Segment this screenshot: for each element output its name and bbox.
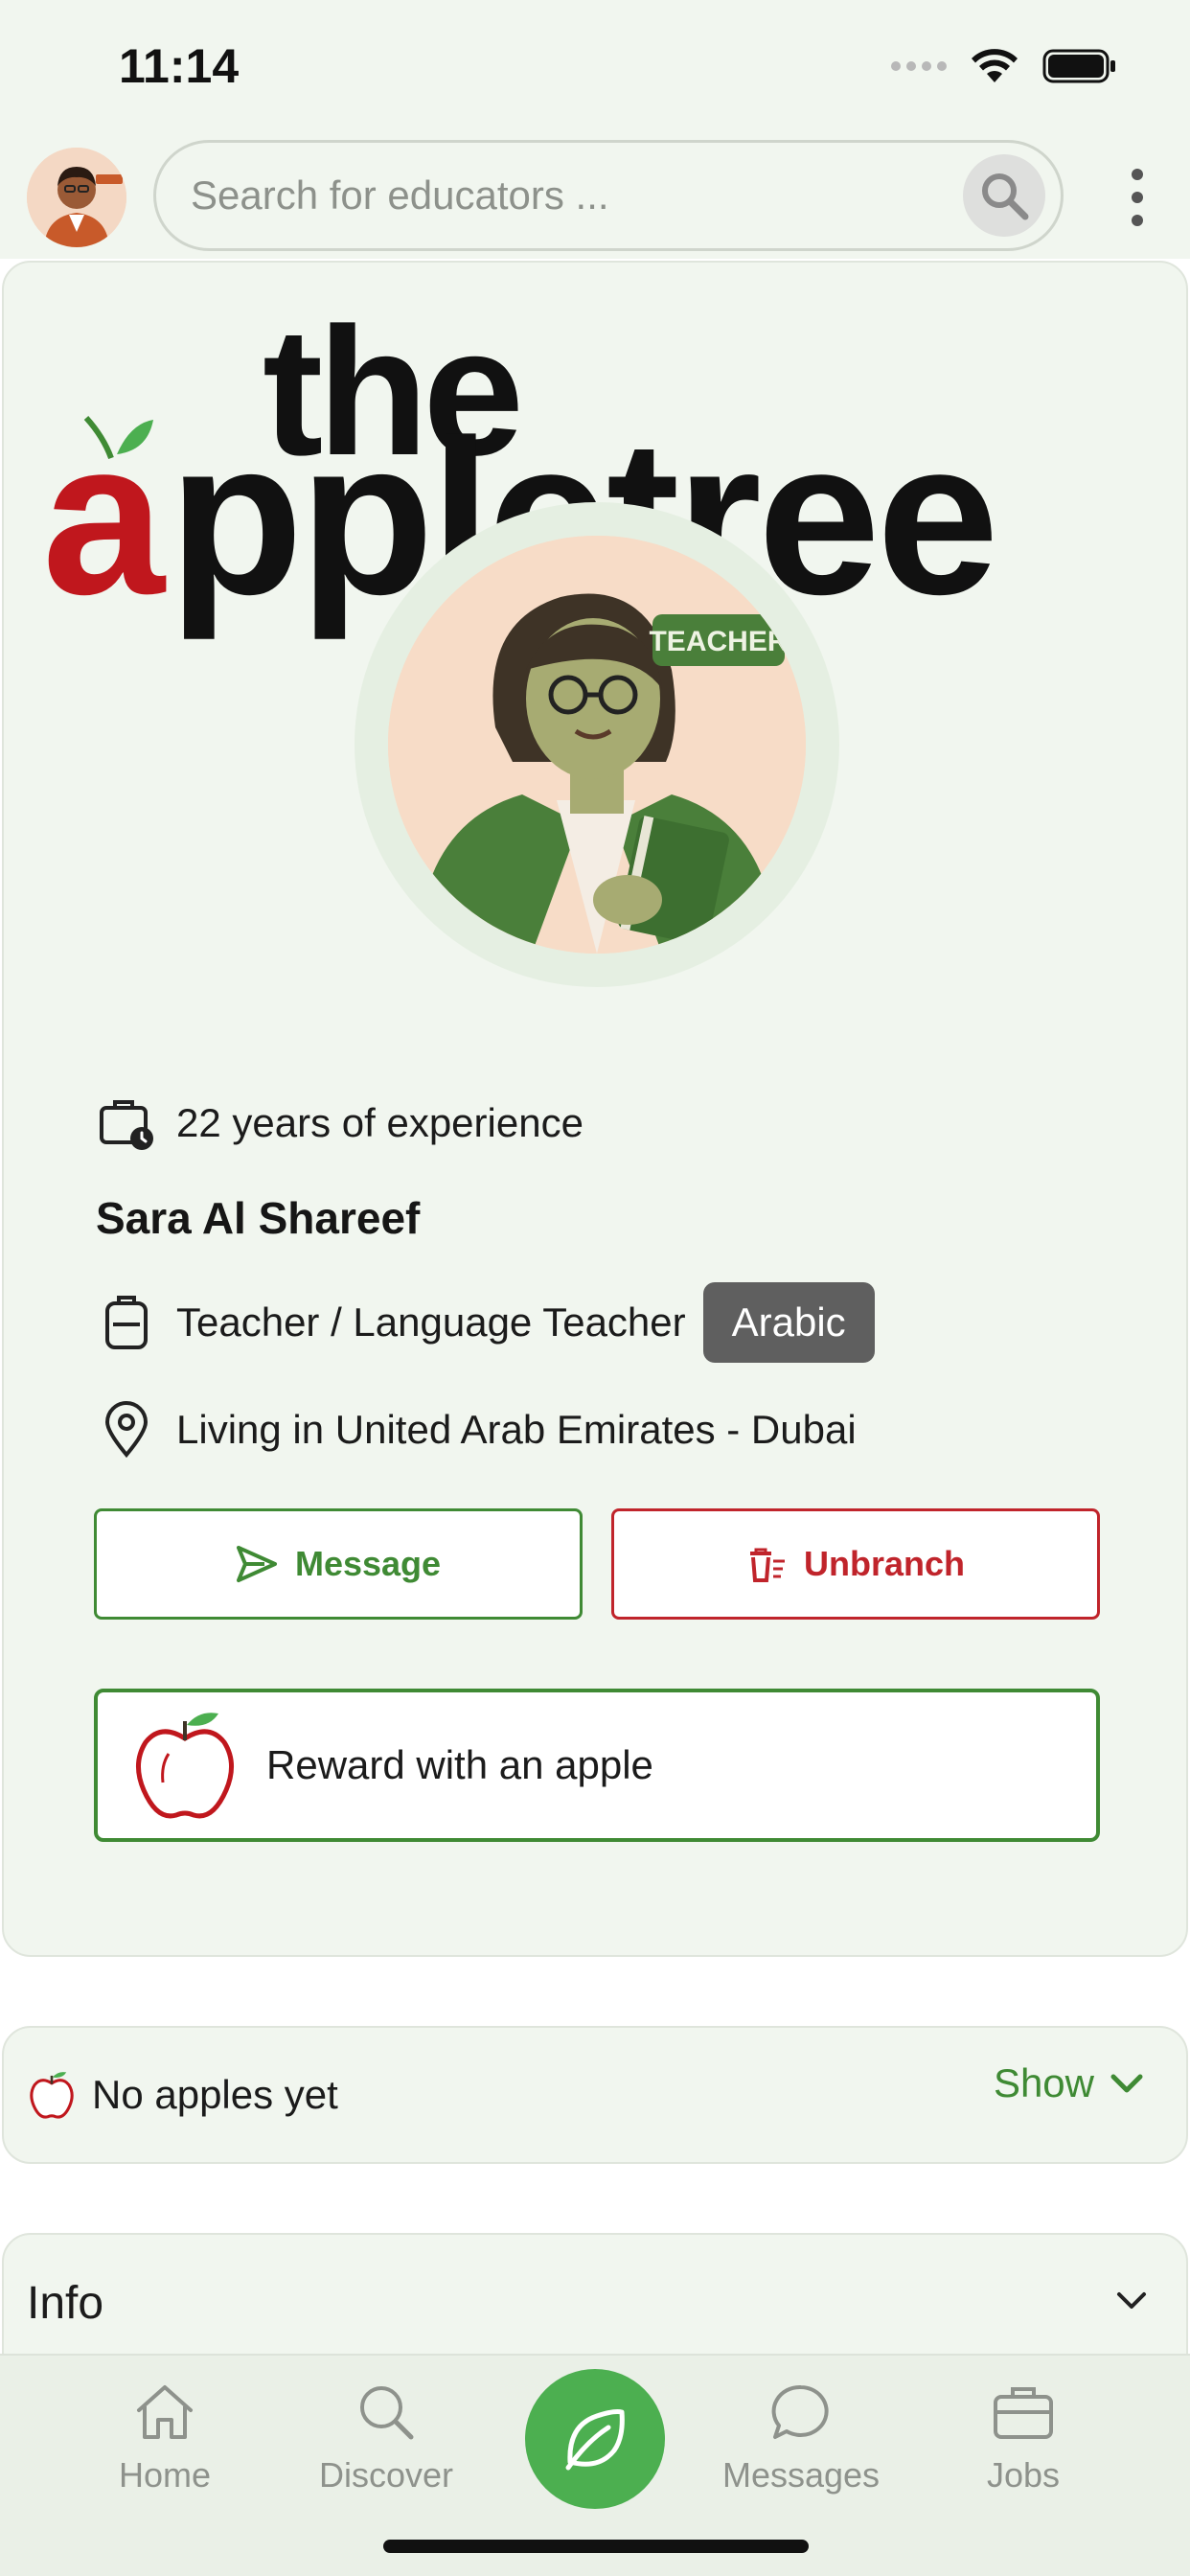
unbranch-label: Unbranch xyxy=(803,1544,965,1583)
show-apples-button[interactable]: Show xyxy=(994,2060,1144,2106)
location-row: Living in United Arab Emirates - Dubai xyxy=(96,1399,857,1460)
map-pin-icon xyxy=(96,1399,157,1460)
educator-name: Sara Al Shareef xyxy=(96,1193,421,1243)
experience-text: 22 years of experience xyxy=(176,1100,584,1145)
briefcase-icon xyxy=(994,2387,1053,2439)
teacher-badge-text: TEACHER xyxy=(649,626,788,657)
backpack-icon xyxy=(96,1292,157,1353)
profile-photo-ring: TEACHER xyxy=(355,502,839,987)
search-icon xyxy=(360,2386,414,2440)
location-text: Living in United Arab Emirates - Dubai xyxy=(176,1407,857,1452)
chat-bubble-icon xyxy=(771,2384,829,2439)
top-bar xyxy=(0,134,1190,259)
chevron-down-icon xyxy=(1110,2074,1143,2093)
status-icons xyxy=(891,48,1117,84)
profile-card: the a ppletree xyxy=(2,261,1188,1957)
profile-photo: TEACHER xyxy=(388,536,806,954)
role-row: Teacher / Language Teacher Arabic xyxy=(96,1282,875,1363)
info-title: Info xyxy=(27,2278,104,2329)
kebab-menu-icon[interactable] xyxy=(1123,169,1152,226)
wifi-icon xyxy=(972,49,1018,82)
nav-home[interactable]: Home xyxy=(69,2379,261,2496)
message-button[interactable]: Message xyxy=(94,1508,583,1620)
cellular-signal-icon xyxy=(891,61,947,71)
status-time: 11:14 xyxy=(119,39,240,93)
leaf-icon xyxy=(565,2409,625,2471)
reward-with-apple-button[interactable]: Reward with an apple xyxy=(94,1689,1100,1842)
search-input[interactable] xyxy=(191,143,957,248)
battery-icon xyxy=(1042,49,1115,83)
user-avatar[interactable] xyxy=(27,148,126,247)
reward-label: Reward with an apple xyxy=(266,1742,653,1787)
show-label: Show xyxy=(993,2060,1094,2105)
home-icon xyxy=(137,2385,193,2439)
search-icon xyxy=(982,173,1029,220)
nav-messages-label: Messages xyxy=(721,2455,881,2495)
nav-messages[interactable]: Messages xyxy=(705,2379,897,2496)
nav-discover-label: Discover xyxy=(318,2455,454,2495)
message-label: Message xyxy=(294,1544,442,1583)
chevron-down-icon[interactable] xyxy=(1115,2288,1148,2312)
briefcase-clock-icon xyxy=(96,1092,157,1154)
experience-row: 22 years of experience xyxy=(96,1092,584,1154)
status-bar: 11:14 xyxy=(0,0,1190,134)
home-indicator xyxy=(383,2540,809,2553)
trash-icon xyxy=(749,1548,785,1582)
apple-icon xyxy=(136,1713,234,1819)
subject-tag: Arabic xyxy=(702,1282,875,1363)
search-bar xyxy=(153,140,1064,251)
apples-count-text: No apples yet xyxy=(92,2072,338,2117)
search-button[interactable] xyxy=(963,154,1045,237)
send-icon xyxy=(236,1546,277,1582)
nav-jobs[interactable]: Jobs xyxy=(927,2379,1119,2496)
role-text: Teacher / Language Teacher xyxy=(176,1300,686,1345)
nav-discover[interactable]: Discover xyxy=(290,2379,482,2496)
nav-jobs-label: Jobs xyxy=(986,2455,1061,2495)
apple-icon xyxy=(30,2072,74,2119)
nav-home-label: Home xyxy=(118,2455,212,2495)
unbranch-button[interactable]: Unbranch xyxy=(611,1508,1100,1620)
center-leaf-button[interactable] xyxy=(525,2369,665,2509)
apples-section: No apples yet Show xyxy=(2,2026,1188,2164)
